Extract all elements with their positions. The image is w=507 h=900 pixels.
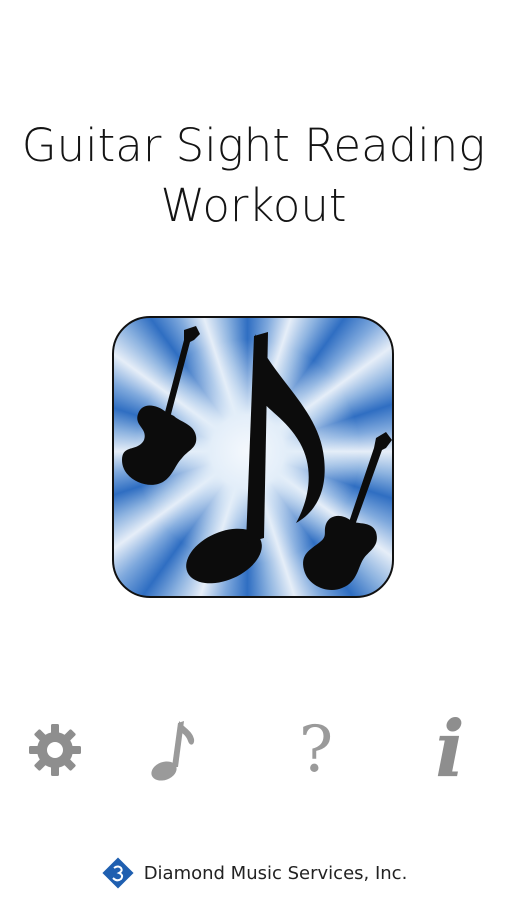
app-icon-artwork <box>122 326 392 590</box>
music-note-shape <box>186 332 325 584</box>
help-icon: ? <box>298 713 334 787</box>
bottom-toolbar: ? i <box>0 700 507 800</box>
guitar-note-icon <box>112 316 394 598</box>
info-button[interactable]: i <box>415 710 485 790</box>
app-title-line-2: Workout <box>160 179 347 232</box>
company-name: Diamond Music Services, Inc. <box>143 862 408 884</box>
footer: Diamond Music Services, Inc. <box>0 853 507 893</box>
help-button[interactable]: ? <box>281 710 351 790</box>
left-guitar-shape <box>122 326 200 485</box>
gear-icon <box>29 724 81 776</box>
app-title: Guitar Sight Reading Workout <box>0 116 507 236</box>
settings-button[interactable] <box>20 710 90 790</box>
music-button[interactable] <box>138 710 208 790</box>
diamond-logo-icon <box>102 857 134 889</box>
music-note-icon <box>151 721 195 781</box>
app-title-line-1: Guitar Sight Reading <box>21 119 486 172</box>
info-icon: i <box>435 704 465 795</box>
